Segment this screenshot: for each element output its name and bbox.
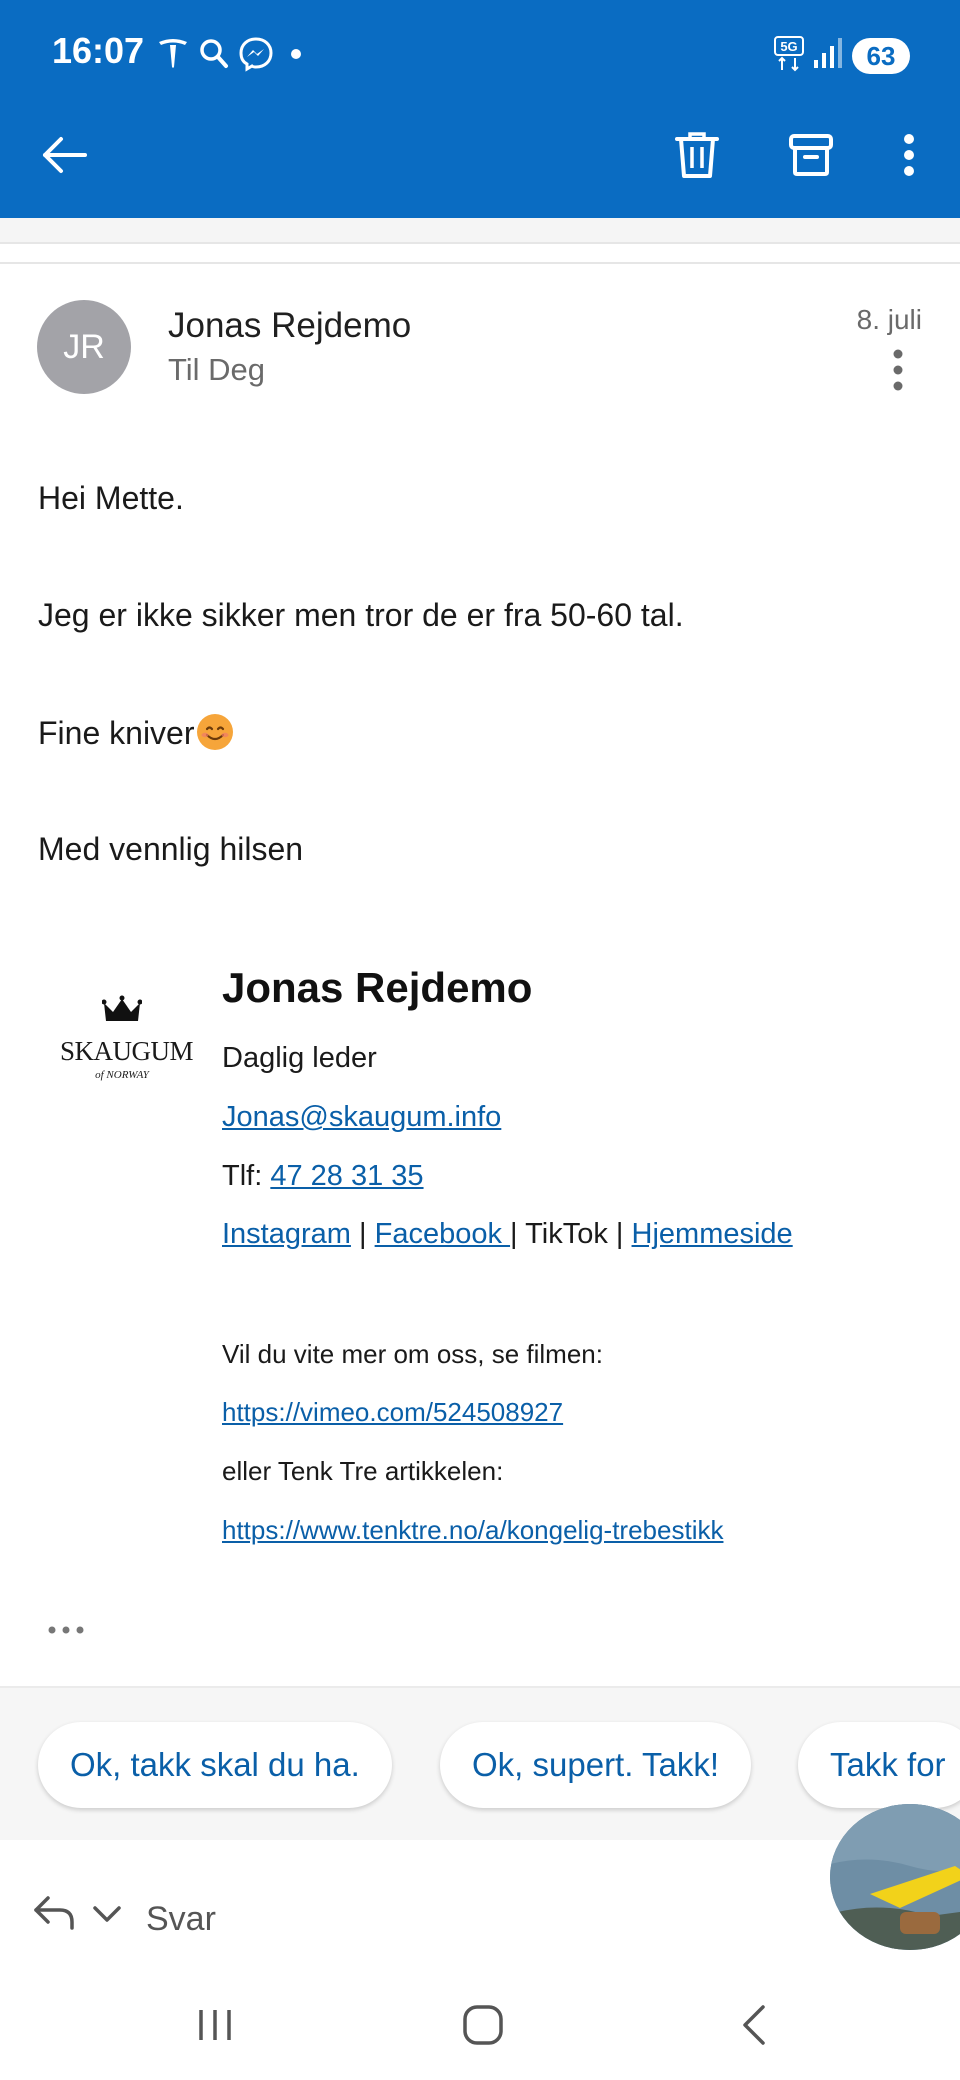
- phone-label: Tlf:: [222, 1160, 263, 1192]
- avatar[interactable]: JR: [37, 300, 131, 394]
- logo-subtitle: of NORWAY: [95, 1069, 149, 1081]
- show-quoted-text-icon[interactable]: [46, 1620, 86, 1640]
- email-link[interactable]: Jonas@skaugum.info: [222, 1101, 501, 1133]
- homepage-link[interactable]: Hjemmeside: [632, 1218, 793, 1250]
- message-date: 8. juli: [856, 304, 922, 335]
- arrow-left-icon: [43, 137, 87, 173]
- divider: [0, 262, 960, 264]
- facebook-link[interactable]: Facebook: [375, 1218, 510, 1250]
- tiktok-label: TikTok: [525, 1218, 608, 1250]
- battery-indicator: 63: [852, 38, 910, 74]
- signal-icon: [814, 38, 842, 68]
- back-nav-button[interactable]: [724, 2000, 784, 2050]
- more-options-button[interactable]: [874, 120, 944, 190]
- signature-name: Jonas Rejdemo: [222, 964, 533, 1011]
- body-paragraph: Fine kniver: [38, 714, 233, 752]
- company-logo: SKAUGUM of NORWAY: [60, 995, 194, 1095]
- phone-link[interactable]: 47 28 31 35: [270, 1160, 423, 1192]
- signature-phone: Tlf: 47 28 31 35: [222, 1160, 424, 1193]
- body-closing: Med vennlig hilsen: [38, 831, 304, 867]
- social-links: Instagram | Facebook | TikTok | Hjemmesi…: [222, 1218, 793, 1251]
- chevron-down-icon[interactable]: [92, 1904, 122, 1924]
- body-greeting: Hei Mette.: [38, 480, 184, 516]
- message-more-icon[interactable]: [880, 348, 916, 392]
- archive-button[interactable]: [776, 120, 846, 190]
- svg-text:5G: 5G: [780, 39, 797, 54]
- home-button[interactable]: [453, 2000, 513, 2050]
- recipient-label: Til Deg: [168, 352, 266, 387]
- recent-apps-button[interactable]: [185, 2000, 245, 2050]
- thread-divider: [0, 218, 960, 242]
- delete-button[interactable]: [662, 120, 732, 190]
- archive-icon: [789, 134, 833, 176]
- reply-label[interactable]: Svar: [146, 1900, 216, 1939]
- messenger-icon: [239, 37, 273, 72]
- app-bar: 16:07 5G 63: [0, 0, 960, 218]
- dot-icon: [291, 49, 301, 59]
- instagram-link[interactable]: Instagram: [222, 1218, 351, 1250]
- video-link[interactable]: https://vimeo.com/524508927: [222, 1397, 563, 1427]
- back-button[interactable]: [30, 120, 100, 190]
- trash-icon: [675, 132, 719, 178]
- link-separator: |: [615, 1218, 624, 1250]
- video-link-row: https://vimeo.com/524508927: [222, 1397, 563, 1428]
- crown-icon: [101, 995, 143, 1021]
- video-intro: Vil du vite mer om oss, se filmen:: [222, 1339, 603, 1369]
- body-paragraph: Jeg er ikke sikker men tror de er fra 50…: [38, 597, 684, 633]
- suggested-reply-chip[interactable]: Takk for: [798, 1722, 960, 1808]
- divider: [0, 242, 960, 244]
- article-link-row: https://www.tenktre.no/a/kongelig-trebes…: [222, 1515, 723, 1546]
- reply-bar[interactable]: [0, 1840, 960, 1970]
- suggested-reply-chip[interactable]: Ok, supert. Takk!: [440, 1722, 751, 1808]
- body-text: Fine kniver: [38, 715, 195, 751]
- reply-icon[interactable]: [32, 1892, 76, 1932]
- search-icon: [200, 39, 228, 68]
- sender-name[interactable]: Jonas Rejdemo: [168, 306, 411, 346]
- link-separator: |: [359, 1218, 367, 1250]
- article-link[interactable]: https://www.tenktre.no/a/kongelig-trebes…: [222, 1515, 723, 1545]
- smiling-face-emoji: [196, 714, 233, 750]
- link-separator: |: [510, 1218, 518, 1250]
- 5g-icon: 5G: [774, 36, 804, 72]
- suggested-reply-chip[interactable]: Ok, takk skal du ha.: [38, 1722, 392, 1808]
- signature-title: Daglig leder: [222, 1042, 377, 1074]
- tesla-icon: [159, 39, 187, 68]
- recent-apps-icon: [199, 2010, 231, 2040]
- status-time: 16:07: [52, 30, 145, 71]
- more-vertical-icon: [904, 134, 914, 176]
- status-bar: 16:07 5G 63: [0, 0, 960, 110]
- home-icon: [463, 2005, 503, 2045]
- suggested-replies: Ok, takk skal du ha. Ok, supert. Takk! T…: [0, 1686, 960, 1842]
- back-icon: [743, 2005, 765, 2045]
- article-intro: eller Tenk Tre artikkelen:: [222, 1456, 504, 1486]
- logo-wordmark: SKAUGUM: [60, 1036, 194, 1066]
- signature-email: Jonas@skaugum.info: [222, 1101, 501, 1134]
